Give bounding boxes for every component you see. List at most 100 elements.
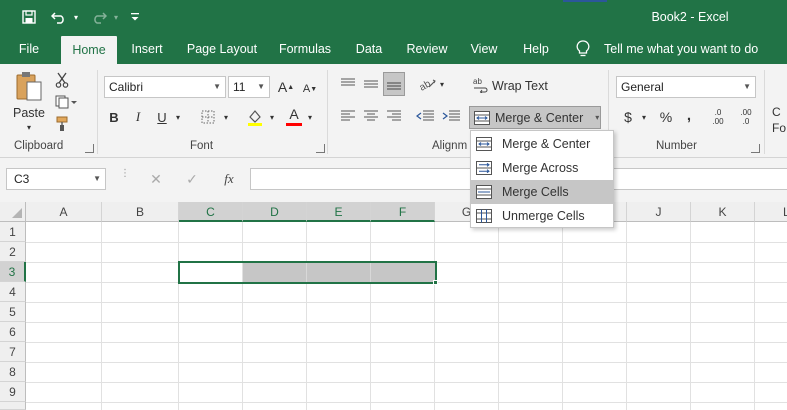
cancel-icon[interactable]: ✕ — [146, 168, 166, 190]
formula-bar-grip[interactable]: ⋮ — [120, 169, 130, 186]
tab-file[interactable]: File — [10, 34, 48, 64]
cut-icon[interactable] — [52, 70, 72, 90]
fill-color-icon[interactable] — [244, 106, 266, 128]
column-header-l[interactable]: L — [755, 202, 787, 222]
font-size-combo[interactable]: 11 ▼ — [228, 76, 270, 98]
align-center-icon[interactable] — [361, 106, 381, 126]
borders-dropdown-icon[interactable]: ▾ — [220, 106, 232, 128]
column-header-j[interactable]: J — [627, 202, 691, 222]
increase-font-size-icon[interactable]: A ▲ — [276, 76, 296, 98]
redo-icon[interactable] — [86, 0, 112, 34]
font-launcher-icon[interactable] — [316, 144, 325, 153]
fill-handle[interactable] — [433, 280, 438, 285]
chevron-down-icon: ▼ — [257, 82, 265, 91]
increase-indent-icon[interactable] — [440, 106, 462, 126]
menu-item-merge-cells[interactable]: Merge Cells — [471, 180, 613, 204]
row-header-6[interactable]: 6 — [0, 322, 26, 342]
gridline — [26, 242, 787, 243]
tab-review[interactable]: Review — [402, 34, 452, 64]
undo-dropdown-icon[interactable]: ▾ — [70, 0, 82, 34]
row-header-3[interactable]: 3 — [0, 262, 26, 282]
column-header-k[interactable]: K — [691, 202, 755, 222]
wrap-text-button[interactable]: Wrap Text — [492, 76, 548, 96]
tab-help[interactable]: Help — [516, 34, 556, 64]
italic-button[interactable]: I — [128, 106, 148, 128]
paste-icon[interactable] — [12, 70, 46, 104]
middle-align-icon[interactable] — [361, 74, 381, 94]
save-icon[interactable] — [14, 0, 44, 34]
tab-data[interactable]: Data — [348, 34, 390, 64]
gridline — [754, 222, 755, 410]
gridline — [242, 222, 243, 410]
row-header-1[interactable]: 1 — [0, 222, 26, 242]
merge-center-button[interactable]: Merge & Center ▾ — [469, 106, 601, 129]
name-box[interactable]: C3 ▼ — [6, 168, 106, 190]
tab-formulas[interactable]: Formulas — [274, 34, 336, 64]
orientation-dropdown-icon[interactable]: ▾ — [436, 74, 448, 94]
group-separator — [97, 70, 98, 154]
menu-item-merge-across[interactable]: Merge Across — [471, 156, 613, 180]
copy-icon[interactable] — [52, 92, 80, 112]
styles-partial-label-1[interactable]: C — [772, 104, 787, 120]
tab-home[interactable]: Home — [61, 36, 117, 64]
redo-dropdown-icon[interactable]: ▾ — [110, 0, 122, 34]
borders-icon[interactable] — [198, 107, 218, 127]
align-left-icon[interactable] — [338, 106, 358, 126]
bottom-align-icon[interactable] — [383, 72, 405, 96]
decrease-decimal-button[interactable]: .00 .0 — [734, 106, 758, 128]
styles-partial-label-2[interactable]: Fo — [772, 120, 787, 136]
customize-quick-access-icon[interactable] — [128, 0, 142, 34]
row-header-10[interactable] — [0, 402, 26, 410]
gridline — [562, 222, 563, 410]
active-cell-c3[interactable] — [180, 263, 242, 282]
decrease-indent-icon[interactable] — [414, 106, 436, 126]
top-align-icon[interactable] — [338, 74, 358, 94]
decrease-font-size-icon[interactable]: A ▼ — [300, 78, 320, 100]
column-header-c[interactable]: C — [179, 202, 243, 222]
accounting-format-button[interactable]: $ — [620, 106, 636, 128]
undo-icon[interactable] — [46, 0, 72, 34]
clipboard-launcher-icon[interactable] — [85, 144, 94, 153]
row-header-4[interactable]: 4 — [0, 282, 26, 302]
column-header-a[interactable]: A — [26, 202, 102, 222]
column-header-b[interactable]: B — [102, 202, 179, 222]
enter-icon[interactable]: ✓ — [182, 168, 202, 190]
menu-item-merge-center[interactable]: Merge & Center — [471, 132, 613, 156]
row-header-8[interactable]: 8 — [0, 362, 26, 382]
font-name-combo[interactable]: Calibri ▼ — [104, 76, 226, 98]
percent-style-button[interactable]: % — [656, 106, 676, 128]
underline-button[interactable]: U — [152, 106, 172, 128]
gridline — [690, 222, 691, 410]
row-header-5[interactable]: 5 — [0, 302, 26, 322]
fill-color-dropdown-icon[interactable]: ▾ — [266, 106, 278, 128]
insert-function-icon[interactable]: fx — [218, 168, 240, 190]
row-header-2[interactable]: 2 — [0, 242, 26, 262]
wrap-text-icon[interactable]: ab — [472, 75, 490, 95]
underline-dropdown-icon[interactable]: ▾ — [172, 106, 184, 128]
paste-dropdown-icon[interactable]: ▾ — [20, 120, 38, 134]
menu-item-unmerge-cells[interactable]: Unmerge Cells — [471, 204, 613, 228]
select-all-button[interactable] — [0, 202, 26, 222]
tell-me-box[interactable]: Tell me what you want to do — [576, 34, 758, 64]
font-color-icon[interactable]: A — [284, 104, 304, 128]
column-header-e[interactable]: E — [307, 202, 371, 222]
font-color-dropdown-icon[interactable]: ▾ — [304, 106, 316, 128]
number-format-combo[interactable]: General ▼ — [616, 76, 756, 98]
menu-item-label: Merge & Center — [502, 137, 591, 151]
format-painter-icon[interactable] — [52, 114, 72, 134]
tab-view[interactable]: View — [464, 34, 504, 64]
row-header-7[interactable]: 7 — [0, 342, 26, 362]
bold-button[interactable]: B — [104, 106, 124, 128]
tab-page-layout[interactable]: Page Layout — [182, 34, 262, 64]
comma-style-button[interactable]: , — [682, 104, 696, 126]
orientation-icon[interactable]: ab — [416, 74, 438, 94]
column-header-d[interactable]: D — [243, 202, 307, 222]
column-header-f[interactable]: F — [371, 202, 435, 222]
number-launcher-icon[interactable] — [751, 144, 760, 153]
accounting-dropdown-icon[interactable]: ▾ — [638, 106, 650, 128]
align-right-icon[interactable] — [384, 106, 404, 126]
row-header-9[interactable]: 9 — [0, 382, 26, 402]
worksheet-grid[interactable]: A B C D E F G H I J K L 1 2 3 4 5 6 7 8 … — [0, 202, 787, 410]
increase-decimal-button[interactable]: .0 .00 — [706, 106, 730, 128]
tab-insert[interactable]: Insert — [124, 34, 170, 64]
